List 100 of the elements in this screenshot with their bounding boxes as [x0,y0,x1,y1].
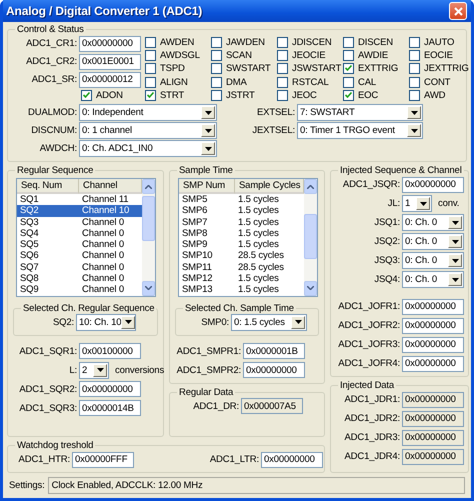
checkbox[interactable] [343,63,354,74]
checkbox[interactable] [409,76,420,88]
register-field[interactable]: 0x0000001B [243,343,305,360]
checkbox[interactable] [211,63,222,74]
column-header[interactable]: SMP Num [179,179,235,194]
checkbox[interactable] [211,37,222,48]
list-row[interactable]: SMP6 1.5 cycles [179,205,304,217]
register-field[interactable]: 0x00000FFF [72,452,134,468]
checkbox[interactable] [277,63,288,74]
dropdown[interactable]: 0: 1 channel [79,122,217,139]
list-row[interactable]: SMP12 1.5 cycles [179,273,304,284]
list-row[interactable]: SQ2 Channel 10 [17,205,142,217]
list-row[interactable]: SMP7 1.5 cycles [179,216,304,228]
close-button[interactable] [449,2,467,20]
dropdown[interactable]: 0: 1.5 cycles [231,314,307,331]
field-label: ADC1_CR1: [25,38,77,49]
field-label: JSQ2: [373,236,400,247]
list-row[interactable]: SQ9 Channel 0 [17,284,142,296]
dropdown[interactable]: 7: SWSTART [297,104,423,121]
register-field[interactable]: 0x00000000 [402,336,464,352]
dropdown[interactable]: 2 [79,362,109,379]
checkbox[interactable] [277,50,288,62]
dropdown[interactable]: 0: Ch. ADC1_IN0 [79,140,217,157]
field-label: ADC1_JSQR: [342,179,400,190]
field-label: ADC1_SMPR2: [176,364,241,376]
register-field[interactable]: 0x00000012 [79,72,141,88]
list-row[interactable]: SQ3 Channel 0 [17,216,142,228]
list-row[interactable]: SQ7 Channel 0 [17,262,142,274]
register-field[interactable]: 0x00000000 [79,36,141,52]
register-field[interactable]: 0x00000000 [261,452,323,468]
column-header[interactable]: Sample Cycles [235,179,304,194]
checkbox[interactable] [409,50,420,62]
field-label: SMP0: [200,316,229,328]
list-cell-text: SMP9 [181,239,208,250]
field-label: JSQ1: [373,217,400,228]
close-icon [454,6,462,16]
column-header[interactable]: Seq. Num [17,179,79,194]
checkbox[interactable] [277,90,288,101]
register-field[interactable]: 0x0000014B [79,400,141,416]
caret-icon [294,320,302,324]
checkbox[interactable] [145,76,156,88]
checkbox[interactable] [343,50,354,62]
list-row[interactable]: SQ4 Channel 0 [17,228,142,240]
column-header[interactable]: Channel [79,179,142,194]
dropdown[interactable]: 0: Independent [79,104,217,121]
dropdown[interactable]: 0: Ch. 0 [402,252,464,269]
checkbox[interactable] [409,63,420,74]
list-row[interactable]: SMP5 1.5 cycles [179,194,304,206]
list-row[interactable]: SQ5 Channel 0 [17,239,142,250]
checkbox[interactable] [81,90,92,101]
caret-icon [452,220,458,224]
checkbox[interactable] [343,76,354,88]
checkbox[interactable] [211,50,222,62]
checkbox[interactable] [277,37,288,48]
checkbox[interactable] [211,90,222,101]
list-row[interactable]: SMP13 1.5 cycles [179,284,304,296]
register-field[interactable]: 0x00000000 [402,176,464,192]
checkbox[interactable] [343,37,354,48]
register-field[interactable]: 0x00000000 [402,430,464,446]
register-field[interactable]: 0x00000000 [402,448,464,464]
caret-icon [410,128,418,132]
dropdown[interactable]: 0: Ch. 0 [402,271,464,288]
list-row[interactable]: SMP8 1.5 cycles [179,228,304,240]
register-field[interactable]: 0x00000000 [402,410,464,426]
list-row[interactable]: SMP10 28.5 cycles [179,250,304,262]
register-field[interactable]: 0x00100000 [79,343,141,360]
checkbox[interactable] [145,37,156,48]
list-cell-text: Channel 0 [81,273,125,284]
dropdown[interactable]: 0: Ch. 0 [402,214,464,231]
group-title: Selected Ch. Regular Sequence [22,302,156,314]
list-row[interactable]: SMP9 1.5 cycles [179,239,304,250]
checkbox[interactable] [409,37,420,48]
checkbox[interactable] [145,90,156,101]
list-row[interactable]: SQ1 Channel 11 [17,194,142,206]
checkbox[interactable] [211,76,222,88]
register-field[interactable]: 0x00000000 [79,381,141,398]
list-row[interactable]: SQ8 Channel 0 [17,273,142,284]
dropdown[interactable]: 0: Timer 1 TRGO event [297,122,423,139]
register-field[interactable]: 0x00000000 [402,392,464,408]
scrollbar[interactable] [304,179,317,296]
checkbox[interactable] [145,50,156,62]
register-field[interactable]: 0x000007A5 [241,398,303,414]
list-cell-text: 1.5 cycles [237,284,280,296]
list-row[interactable]: SMP11 28.5 cycles [179,262,304,274]
register-field[interactable]: 0x00000000 [402,298,464,314]
checkbox[interactable] [277,76,288,88]
checkbox[interactable] [343,90,354,101]
list-cell-text: SQ7 [19,262,40,274]
register-field[interactable]: 0x00000000 [243,362,305,378]
register-field[interactable]: 0x001E0001 [79,54,141,70]
checkbox[interactable] [145,63,156,74]
dropdown[interactable]: 0: Ch. 0 [402,233,464,250]
scrollbar[interactable] [142,179,155,296]
checkbox[interactable] [409,90,420,101]
dropdown[interactable]: 1 [402,195,432,212]
register-field[interactable]: 0x00000000 [402,318,464,334]
list-row[interactable]: SQ6 Channel 0 [17,250,142,262]
register-field[interactable]: 0x00000000 [402,356,464,372]
dropdown[interactable]: 10: Ch. 10 [76,314,136,331]
list-cell-text: SQ9 [19,284,40,296]
